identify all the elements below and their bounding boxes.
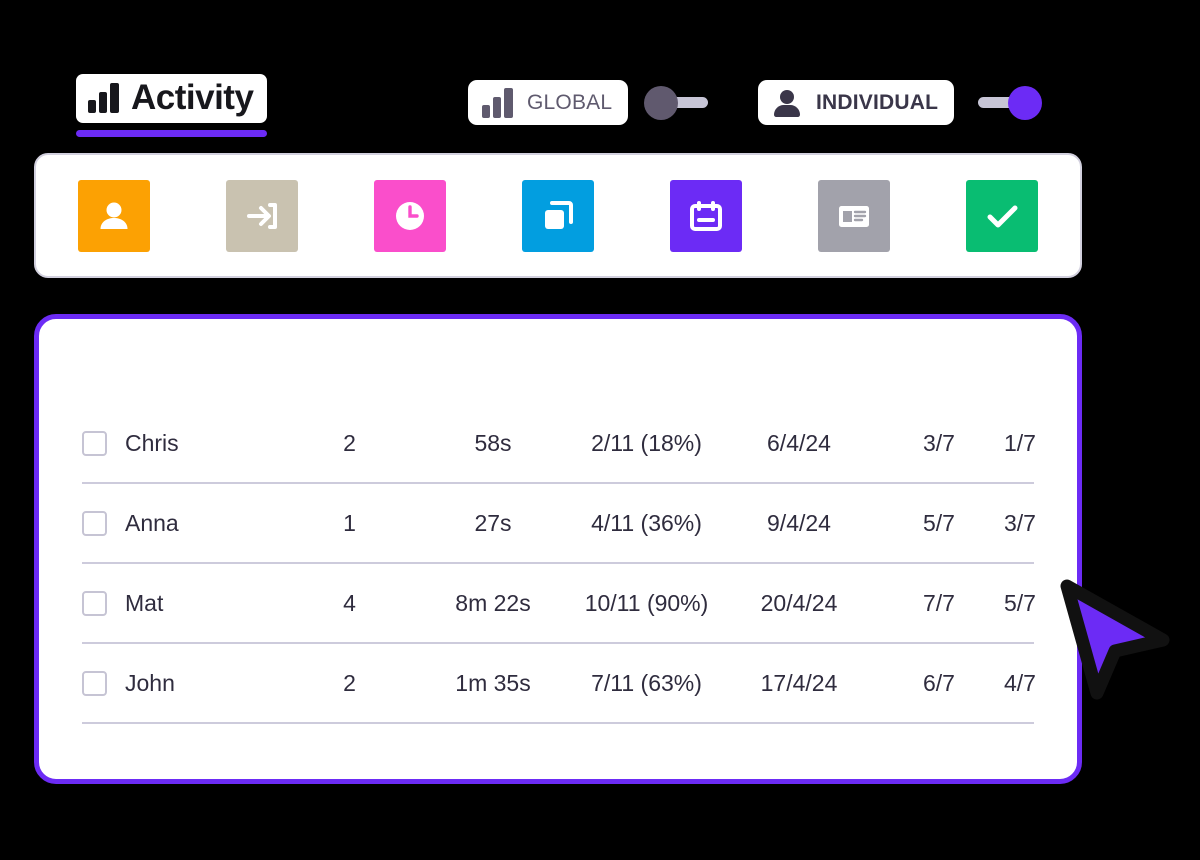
- icon-toolbar: [34, 153, 1082, 278]
- toggle-global-switch[interactable]: [644, 85, 716, 120]
- row-modules: 7/7: [923, 589, 955, 616]
- page-title-block: Activity: [76, 74, 268, 137]
- row-modules: 6/7: [923, 669, 955, 696]
- table-row[interactable]: John 2 1m 35s 7/11 (63%) 17/4/24 6/7 4/7: [39, 644, 1077, 722]
- row-completed: 5/7: [1004, 589, 1036, 616]
- activity-table: Chris 2 58s 2/11 (18%) 6/4/24 3/7 1/7 An…: [39, 404, 1077, 724]
- toggle-individual[interactable]: INDIVIDUAL: [758, 80, 1043, 125]
- row-date: 17/4/24: [760, 669, 838, 696]
- row-completed: 4/7: [1004, 669, 1036, 696]
- row-date: 20/4/24: [760, 589, 838, 616]
- login-arrow-icon: [247, 202, 277, 229]
- calendar-icon: [690, 200, 722, 231]
- toolbar-item-completed[interactable]: [966, 179, 1038, 252]
- copy-icon: [545, 200, 573, 229]
- toolbar-item-details[interactable]: [818, 179, 890, 252]
- toggle-individual-label: INDIVIDUAL: [816, 90, 939, 114]
- id-card-icon: [839, 205, 869, 227]
- toolbar-item-time[interactable]: [374, 179, 446, 252]
- row-date: 9/4/24: [767, 509, 831, 536]
- switch-knob[interactable]: [1008, 85, 1043, 120]
- row-date: 6/4/24: [767, 429, 831, 456]
- row-progress: 2/11 (18%): [591, 429, 702, 456]
- table-row[interactable]: Anna 1 27s 4/11 (36%) 9/4/24 5/7 3/7: [39, 484, 1077, 562]
- row-divider: [82, 722, 1034, 724]
- row-checkbox[interactable]: [82, 510, 107, 536]
- toggle-global-pill: GLOBAL: [468, 80, 629, 125]
- title-underline: [76, 129, 268, 137]
- row-time: 27s: [474, 509, 512, 536]
- toggle-global[interactable]: GLOBAL: [468, 80, 716, 125]
- app-root: Activity GLOBAL INDIVIDUAL Chris 2 58s 2…: [0, 0, 1200, 860]
- row-checkbox[interactable]: [82, 430, 107, 456]
- switch-knob[interactable]: [644, 85, 679, 120]
- row-name: Mat: [125, 589, 164, 616]
- row-checkbox[interactable]: [82, 590, 107, 616]
- table-row[interactable]: Mat 4 8m 22s 10/11 (90%) 20/4/24 7/7 5/7: [39, 564, 1077, 642]
- row-modules: 3/7: [923, 429, 955, 456]
- row-logins: 4: [343, 589, 356, 616]
- row-completed: 1/7: [1004, 429, 1036, 456]
- row-name-cell: Anna: [82, 510, 282, 537]
- toggle-individual-pill: INDIVIDUAL: [758, 80, 955, 125]
- row-name: Chris: [125, 429, 179, 456]
- toggle-global-label: GLOBAL: [527, 90, 613, 114]
- toolbar-item-login[interactable]: [226, 179, 298, 252]
- bar-chart-icon: [482, 87, 513, 118]
- row-time: 8m 22s: [455, 589, 531, 616]
- row-name-cell: John: [82, 670, 282, 697]
- row-checkbox[interactable]: [82, 670, 107, 696]
- row-modules: 5/7: [923, 509, 955, 536]
- row-progress: 7/11 (63%): [591, 669, 702, 696]
- row-logins: 2: [343, 429, 356, 456]
- row-progress: 4/11 (36%): [591, 509, 702, 536]
- toolbar-item-duplicate[interactable]: [522, 179, 594, 252]
- toolbar-item-calendar[interactable]: [670, 179, 742, 252]
- row-logins: 1: [343, 509, 356, 536]
- row-progress: 10/11 (90%): [584, 589, 709, 616]
- row-logins: 2: [343, 669, 356, 696]
- person-icon: [772, 88, 802, 118]
- row-name: John: [125, 669, 175, 696]
- row-time: 1m 35s: [455, 669, 531, 696]
- toolbar-item-profile[interactable]: [78, 179, 150, 252]
- page-title-pill: Activity: [76, 74, 268, 123]
- row-name: Anna: [125, 509, 179, 536]
- clock-icon: [396, 201, 424, 230]
- page-title: Activity: [131, 78, 254, 117]
- mouse-cursor: [1055, 578, 1185, 703]
- person-icon: [100, 202, 128, 229]
- toggle-individual-switch[interactable]: [970, 85, 1043, 120]
- check-icon: [987, 205, 1018, 227]
- table-row[interactable]: Chris 2 58s 2/11 (18%) 6/4/24 3/7 1/7: [39, 404, 1077, 482]
- activity-table-card: Chris 2 58s 2/11 (18%) 6/4/24 3/7 1/7 An…: [34, 314, 1082, 784]
- header: Activity GLOBAL INDIVIDUAL: [0, 62, 1200, 138]
- bar-chart-icon: [88, 83, 119, 114]
- row-name-cell: Mat: [82, 590, 282, 617]
- row-completed: 3/7: [1004, 509, 1036, 536]
- row-name-cell: Chris: [82, 430, 282, 457]
- row-time: 58s: [474, 429, 512, 456]
- arrow-pointer-icon: [1060, 579, 1170, 700]
